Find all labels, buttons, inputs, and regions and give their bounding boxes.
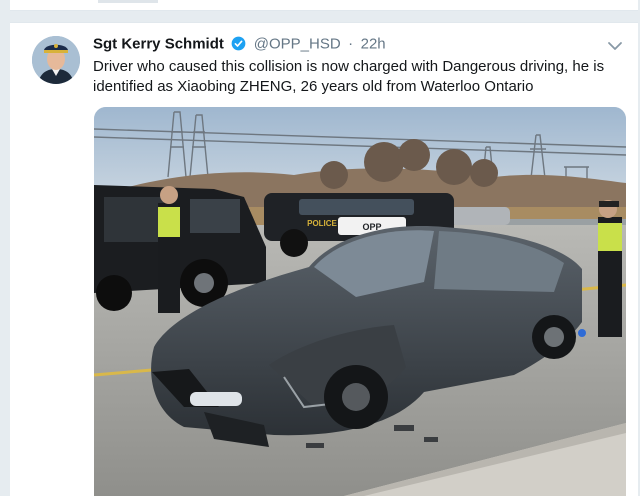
user-handle[interactable]: @OPP_HSD [254,35,341,52]
verified-badge-icon [231,36,246,51]
tweet-card[interactable]: Sgt Kerry Schmidt @OPP_HSD · 22h Driver … [10,22,638,496]
previous-tweet-edge [10,0,638,11]
avatar-image [32,36,80,84]
tweet-header: Sgt Kerry Schmidt @OPP_HSD · 22h [93,35,386,55]
previous-tweet-action-bar [98,0,158,3]
display-name[interactable]: Sgt Kerry Schmidt [93,35,224,52]
timestamp[interactable]: 22h [361,35,386,52]
police-hood-label: POLICE [307,219,337,228]
avatar[interactable] [32,36,80,84]
chevron-down-icon[interactable] [606,37,624,55]
tweet-photo[interactable]: OPP POLICE [94,107,626,496]
separator-dot: · [348,35,354,53]
collision-scene-image: OPP POLICE [94,107,626,496]
tweet-text: Driver who caused this collision is now … [93,58,605,95]
